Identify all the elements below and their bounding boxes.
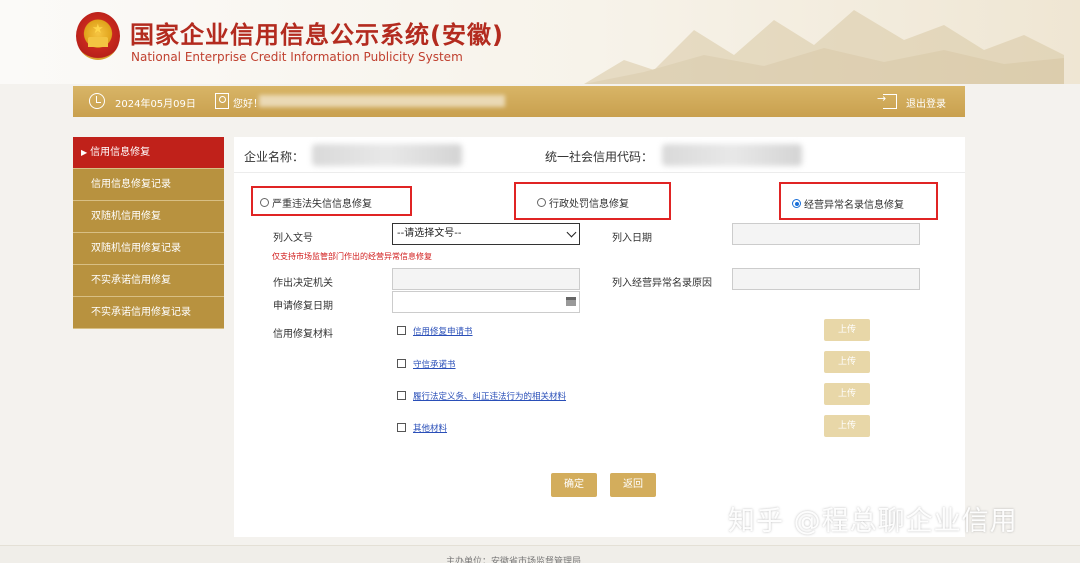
- site-header: ★ 国家企业信用信息公示系统(安徽) National Enterprise C…: [0, 0, 1080, 84]
- material-link-application[interactable]: 信用修复申请书: [413, 325, 473, 337]
- repair-form-panel: 企业名称： 统一社会信用代码： 严重违法失信信息修复 行政处罚信息修复 经营异常…: [234, 137, 965, 537]
- caret-right-icon: ▶: [81, 148, 88, 157]
- radio-dot[interactable]: [537, 198, 546, 207]
- radio-label: 行政处罚信息修复: [549, 199, 629, 210]
- materials-label: 信用修复材料: [273, 329, 333, 340]
- sidebar-item-false-promise-repair[interactable]: 不实承诺信用修复: [73, 265, 224, 297]
- radio-admin-penalty[interactable]: 行政处罚信息修复: [537, 195, 629, 210]
- apply-date-input[interactable]: [392, 291, 580, 313]
- calendar-icon[interactable]: [566, 297, 576, 306]
- redacted-company-name: [312, 144, 462, 166]
- sidebar-item-credit-repair[interactable]: ▶ 信用信息修复: [73, 137, 224, 169]
- sidebar-item-label: 信用信息修复: [90, 147, 151, 158]
- confirm-button[interactable]: 确定: [551, 473, 597, 497]
- reason-field[interactable]: [732, 268, 920, 290]
- radio-serious-violation[interactable]: 严重违法失信信息修复: [260, 195, 372, 210]
- reason-label: 列入经营异常名录原因: [612, 278, 712, 289]
- user-icon: [215, 93, 229, 109]
- list-date-field[interactable]: [732, 223, 920, 245]
- company-info-bar: 企业名称： 统一社会信用代码：: [234, 137, 965, 173]
- material-link-promise[interactable]: 守信承诺书: [413, 358, 456, 370]
- radio-label: 严重违法失信信息修复: [272, 199, 372, 210]
- material-link-obligation[interactable]: 履行法定义务、纠正违法行为的相关材料: [413, 390, 566, 402]
- upload-button[interactable]: 上传: [824, 415, 870, 437]
- site-subtitle: National Enterprise Credit Information P…: [131, 50, 463, 64]
- radio-dot[interactable]: [260, 198, 269, 207]
- sidebar-item-credit-repair-records[interactable]: 信用信息修复记录: [73, 169, 224, 201]
- upload-button[interactable]: 上传: [824, 319, 870, 341]
- company-name-label: 企业名称：: [244, 150, 305, 164]
- radio-label: 经营异常名录信息修复: [804, 200, 904, 211]
- chevron-down-icon: [566, 227, 577, 238]
- doc-number-label: 列入文号: [273, 233, 313, 244]
- current-date: 2024年05月09日: [115, 99, 196, 110]
- material-link-other[interactable]: 其他材料: [413, 422, 447, 434]
- redacted-credit-code: [662, 144, 802, 166]
- doc-number-select[interactable]: --请选择文号--: [392, 223, 580, 245]
- radio-abnormal-operation[interactable]: 经营异常名录信息修复: [792, 196, 904, 211]
- radio-dot-selected[interactable]: [792, 199, 801, 208]
- material-checkbox[interactable]: [397, 326, 406, 335]
- doc-number-select-value: --请选择文号--: [397, 228, 462, 239]
- list-date-label: 列入日期: [612, 233, 652, 244]
- sidebar-item-false-promise-repair-records[interactable]: 不实承诺信用修复记录: [73, 297, 224, 329]
- upload-button[interactable]: 上传: [824, 351, 870, 373]
- authority-field[interactable]: [392, 268, 580, 290]
- watermark-text: 知乎 @程总聊企业信用: [728, 506, 1018, 537]
- page-footer: 主办单位：安徽省市场监督管理局: [0, 545, 1080, 563]
- back-button[interactable]: 返回: [610, 473, 656, 497]
- material-checkbox[interactable]: [397, 391, 406, 400]
- form-note: 仅支持市场监管部门作出的经营异常信息修复: [272, 252, 432, 261]
- mountain-landscape-decoration: [584, 10, 1064, 84]
- authority-label: 作出决定机关: [273, 278, 333, 289]
- logout-icon[interactable]: [877, 92, 897, 109]
- clock-icon: [89, 93, 105, 109]
- sidebar-item-random-repair[interactable]: 双随机信用修复: [73, 201, 224, 233]
- sidebar-nav: ▶ 信用信息修复 信用信息修复记录 双随机信用修复 双随机信用修复记录 不实承诺信…: [73, 137, 224, 329]
- upload-button[interactable]: 上传: [824, 383, 870, 405]
- apply-date-label: 申请修复日期: [273, 301, 333, 312]
- material-checkbox[interactable]: [397, 359, 406, 368]
- site-title: 国家企业信用信息公示系统(安徽): [130, 21, 504, 49]
- redacted-username: [259, 95, 505, 107]
- user-bar: 2024年05月09日 您好！ 退出登录: [73, 86, 965, 117]
- credit-code-label: 统一社会信用代码：: [545, 150, 654, 164]
- logout-link[interactable]: 退出登录: [906, 95, 946, 110]
- material-checkbox[interactable]: [397, 423, 406, 432]
- footer-text: 主办单位：安徽省市场监督管理局: [446, 557, 582, 563]
- national-emblem-icon: ★: [76, 12, 120, 60]
- sidebar-item-random-repair-records[interactable]: 双随机信用修复记录: [73, 233, 224, 265]
